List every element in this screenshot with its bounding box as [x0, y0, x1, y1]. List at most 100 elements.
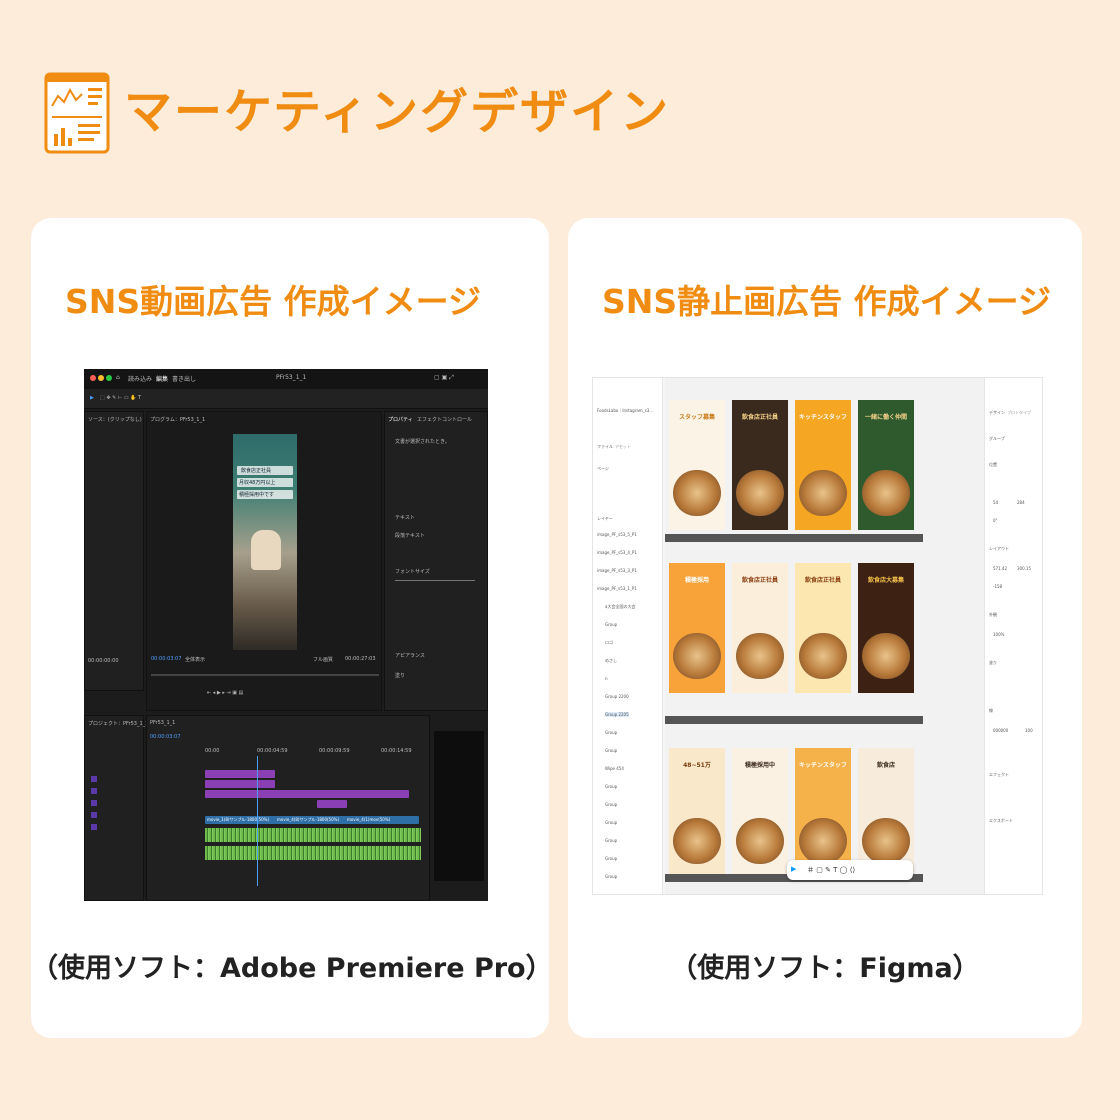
layer-item[interactable]: Group	[605, 874, 617, 879]
text-clip[interactable]	[317, 800, 347, 808]
toolbar: ▶ ⬚ ✥ ✎ ⊢ ▭ ✋ T	[84, 389, 488, 409]
ad-banner[interactable]: 飲食店正社員	[732, 400, 788, 530]
figma-toolbar: ▶ ＃ ▢ ✎ T ◯ ⟨⟩	[787, 860, 913, 880]
banner-headline: 積極採用	[684, 577, 709, 584]
dashboard-analytics-icon	[44, 72, 110, 154]
figma-card: SNS静止画広告 作成イメージ FoodsLabo｜Instagram_s3..…	[568, 218, 1082, 1038]
menu-export[interactable]: 書き出し	[172, 374, 196, 383]
playback-controls-icon[interactable]: ⇤ ◂ ▶ ▸ ⇥ ▣ ▤	[207, 690, 243, 696]
card-title: SNS静止画広告 作成イメージ	[602, 282, 1051, 321]
figma-canvas: スタッフ募集飲食店正社員キッチンスタッフ一緒に働く仲間image_PF_s53_…	[665, 378, 985, 894]
ad-banner[interactable]: image_PF_s53_3_P1キッチンスタッフ	[795, 748, 851, 878]
food-photo	[673, 470, 721, 516]
home-icon[interactable]: ⌂	[116, 374, 120, 381]
banner-headline: 48~51万	[683, 762, 711, 769]
card-title: SNS動画広告 作成イメージ	[65, 282, 481, 321]
layer-item[interactable]: Group 2205	[605, 712, 629, 717]
text-clip[interactable]	[205, 780, 275, 788]
video-preview[interactable]: 飲食店正社員 月収48万円以上 積極採用中です	[233, 434, 297, 650]
minimize-dot-icon	[98, 375, 104, 381]
layer-item[interactable]: Group	[605, 622, 617, 627]
layer-item[interactable]: image_PF_s53_3_P1	[597, 568, 637, 573]
layer-item[interactable]: a大会全国の大会	[605, 604, 635, 610]
selection-tool-icon[interactable]: ▶	[90, 395, 94, 401]
audio-track[interactable]	[205, 828, 421, 842]
maximize-dot-icon	[106, 375, 112, 381]
audio-meter	[434, 731, 484, 881]
tool-icons[interactable]: ⬚ ✥ ✎ ⊢ ▭ ✋ T	[100, 395, 141, 401]
window-icon[interactable]: ▢ ▣ ⤢	[434, 374, 454, 382]
banner-headline: キッチンスタッフ	[799, 414, 847, 421]
properties-panel: プロパティ エフェクトコントロール 文書が選択されたとき。 テキスト 段落テキス…	[384, 411, 488, 711]
banner-headline: 飲食店正社員	[804, 577, 841, 584]
page-title: マーケティングデザイン	[124, 84, 671, 140]
premiere-screenshot: ⌂ 読み込み 編集 書き出し PFr53_1_1 ▢ ▣ ⤢ ▶ ⬚ ✥ ✎ ⊢…	[84, 369, 488, 901]
frame-divider	[665, 716, 923, 724]
layer-item[interactable]: めさし	[605, 658, 617, 664]
layer-item[interactable]: Group	[605, 784, 617, 789]
close-dot-icon	[90, 375, 96, 381]
banner-headline: キッチンスタッフ	[799, 762, 847, 769]
menu-import[interactable]: 読み込み	[128, 374, 152, 383]
software-caption: （使用ソフト：Figma）	[670, 953, 980, 984]
layers-panel: FoodsLabo｜Instagram_s3... ファイル アセット ページ …	[593, 378, 663, 894]
ad-banner[interactable]: キッチンスタッフ	[795, 400, 851, 530]
layer-item[interactable]: Group 2200	[605, 694, 629, 699]
layer-item[interactable]: image_PF_s53_1_P1	[597, 586, 637, 591]
food-photo	[799, 470, 847, 516]
food-photo	[736, 633, 784, 679]
title-bar: ⌂ 読み込み 編集 書き出し PFr53_1_1 ▢ ▣ ⤢	[84, 369, 488, 389]
ad-banner[interactable]: image_PF_s53_3_P1積極採用中	[732, 748, 788, 878]
ad-banner[interactable]: image_PF_s53_3_P1飲食店	[858, 748, 914, 878]
frame-divider	[665, 534, 923, 542]
food-photo	[862, 633, 910, 679]
layer-item[interactable]: Wipe 454	[605, 766, 624, 771]
premiere-card: SNS動画広告 作成イメージ ⌂ 読み込み 編集 書き出し PFr53_1_1 …	[31, 218, 553, 1038]
layer-item[interactable]: image_PF_s53_4_P1	[597, 550, 637, 555]
tool-icons[interactable]: ＃ ▢ ✎ T ◯ ⟨⟩	[807, 865, 855, 875]
source-panel: ソース：(クリップなし) 00:00:00:00	[84, 411, 144, 691]
food-photo	[862, 470, 910, 516]
move-tool-icon[interactable]: ▶	[791, 865, 796, 873]
ad-banner[interactable]: image_PF_s53_4_P1飲食店正社員	[732, 563, 788, 693]
playhead[interactable]	[257, 756, 258, 886]
ad-banner[interactable]: image_PF_s53_4_P1飲食店大募集	[858, 563, 914, 693]
menu-edit[interactable]: 編集	[156, 374, 168, 383]
layer-item[interactable]: Group	[605, 820, 617, 825]
banner-headline: 飲食店大募集	[867, 577, 904, 584]
figma-screenshot: FoodsLabo｜Instagram_s3... ファイル アセット ページ …	[592, 377, 1043, 895]
ad-banner[interactable]: image_PF_s53_4_P1飲食店正社員	[795, 563, 851, 693]
ad-banner[interactable]: スタッフ募集	[669, 400, 725, 530]
software-caption: （使用ソフト：Adobe Premiere Pro）	[31, 953, 553, 984]
food-photo	[736, 470, 784, 516]
person-image	[251, 530, 281, 570]
layer-item[interactable]: Group	[605, 802, 617, 807]
sequence-title: PFr53_1_1	[276, 374, 307, 381]
banner-headline: 飲食店正社員	[741, 414, 778, 421]
text-clip[interactable]	[205, 790, 409, 798]
layer-item[interactable]: n	[605, 676, 608, 681]
food-photo	[799, 818, 847, 864]
layer-item[interactable]: Group	[605, 748, 617, 753]
ad-banner[interactable]: image_PF_s53_3_P148~51万	[669, 748, 725, 878]
banner-headline: 飲食店正社員	[741, 577, 778, 584]
banner-headline: 一緒に働く仲間	[864, 414, 907, 421]
ad-banner[interactable]: 一緒に働く仲間	[858, 400, 914, 530]
scrub-bar[interactable]	[151, 674, 379, 676]
project-panel: プロジェクト：PFr53_1_1	[84, 715, 148, 901]
clip-list[interactable]	[91, 776, 97, 836]
banner-headline: スタッフ募集	[678, 414, 715, 421]
audio-track[interactable]	[205, 846, 421, 860]
layer-item[interactable]: Group	[605, 730, 617, 735]
banner-headline: 積極採用中	[744, 762, 775, 769]
layer-item[interactable]: Group	[605, 856, 617, 861]
banner-headline: 飲食店	[876, 762, 895, 769]
layer-item[interactable]: image_PF_s53_5_P1	[597, 532, 637, 537]
ad-banner[interactable]: image_PF_s53_4_P1積極採用	[669, 563, 725, 693]
food-photo	[799, 633, 847, 679]
layer-item[interactable]: Group	[605, 838, 617, 843]
font-size-slider[interactable]	[395, 580, 475, 581]
layer-item[interactable]: ロゴ	[605, 640, 613, 646]
text-clip[interactable]	[205, 770, 275, 778]
design-panel: デザイン プロトタイプ グループ 位置 54 284 0° レイアウト 571.…	[984, 378, 1042, 894]
